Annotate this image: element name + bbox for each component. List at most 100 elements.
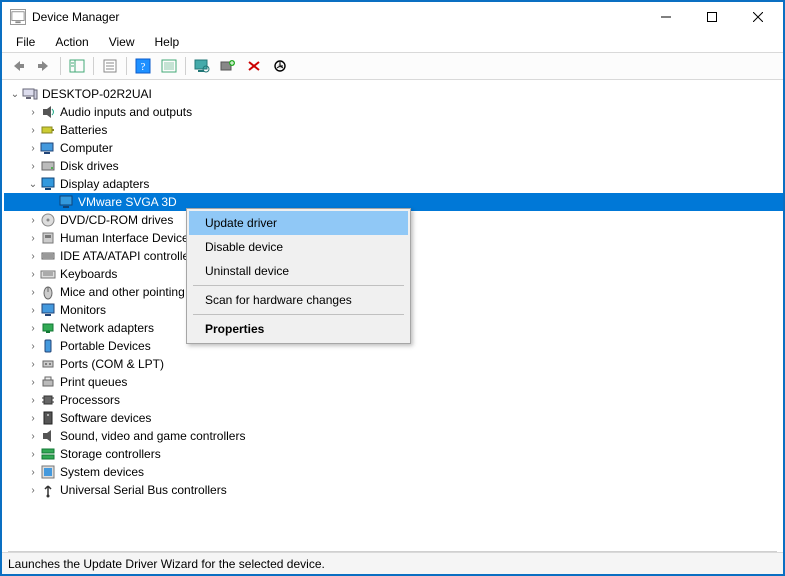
battery-icon [40,122,56,138]
tree-category-node[interactable]: › Disk drives [4,157,783,175]
tree-device-label: VMware SVGA 3D [78,195,177,209]
tree-category-label: Print queues [60,375,127,389]
toolbar-back-button[interactable] [6,55,30,77]
tree-category-node[interactable]: › Storage controllers [4,445,783,463]
toolbar-separator [126,57,127,75]
expander-closed-icon[interactable]: › [26,231,40,245]
toolbar-uninstall-button[interactable] [242,55,266,77]
tree-category-node[interactable]: › System devices [4,463,783,481]
toolbar-disable-button[interactable] [268,55,292,77]
disable-icon [272,59,288,73]
minimize-button[interactable] [643,2,689,32]
context-update-driver[interactable]: Update driver [189,211,408,235]
tree-root-node[interactable]: ⌄ DESKTOP-02R2UAI [4,85,783,103]
tree-pane-icon [69,59,85,73]
audio-icon [40,104,56,120]
toolbar-properties-button[interactable] [98,55,122,77]
expander-closed-icon[interactable]: › [26,357,40,371]
menu-action[interactable]: Action [47,33,96,51]
tree-category-label: Ports (COM & LPT) [60,357,164,371]
tree-category-label: System devices [60,465,144,479]
display-icon [40,176,56,192]
expander-closed-icon[interactable]: › [26,465,40,479]
expander-closed-icon[interactable]: › [26,339,40,353]
cpu-icon [40,392,56,408]
context-disable-device[interactable]: Disable device [189,235,408,259]
expander-closed-icon[interactable]: › [26,393,40,407]
tree-category-node[interactable]: ›Batteries [4,121,783,139]
expander-closed-icon[interactable]: › [26,267,40,281]
tree-category-label: Sound, video and game controllers [60,429,245,443]
cdrom-icon [40,212,56,228]
help-icon: ? [135,58,151,74]
tree-category-label: Processors [60,393,120,407]
computer-icon [22,86,38,102]
toolbar-scan-hardware-button[interactable] [190,55,214,77]
context-scan-hardware[interactable]: Scan for hardware changes [189,288,408,312]
tree-category-label: Network adapters [60,321,154,335]
arrow-left-icon [10,59,26,73]
tree-category-label: Universal Serial Bus controllers [60,483,227,497]
tree-category-label: IDE ATA/ATAPI controllers [60,249,199,263]
window-title: Device Manager [32,10,119,24]
add-hardware-icon [220,59,236,73]
toolbar-help-button[interactable]: ? [131,55,155,77]
tree-category-node[interactable]: › Print queues [4,373,783,391]
expander-closed-icon[interactable]: › [26,303,40,317]
expander-closed-icon[interactable]: › [26,141,40,155]
tree-category-label: Audio inputs and outputs [60,105,192,119]
portable-icon [40,338,56,354]
menu-help[interactable]: Help [147,33,188,51]
expander-closed-icon[interactable]: › [26,105,40,119]
expander-closed-icon[interactable]: › [26,285,40,299]
menu-file[interactable]: File [8,33,43,51]
display-icon [58,194,74,210]
context-uninstall-device[interactable]: Uninstall device [189,259,408,283]
context-separator [193,314,404,315]
app-icon [10,9,26,25]
toolbar-separator [60,57,61,75]
expander-icon[interactable]: ⌄ [8,87,22,101]
toolbar-add-hardware-button[interactable] [216,55,240,77]
tree-category-node[interactable]: › Processors [4,391,783,409]
tree-category-node[interactable]: › Sound, video and game controllers [4,427,783,445]
storage-icon [40,446,56,462]
statusbar-text: Launches the Update Driver Wizard for th… [8,557,325,571]
close-button[interactable] [735,2,781,32]
expander-open-icon[interactable]: ⌄ [26,177,40,191]
expander-closed-icon[interactable]: › [26,321,40,335]
toolbar: ? [2,52,783,80]
expander-closed-icon[interactable]: › [26,123,40,137]
expander-closed-icon[interactable]: › [26,213,40,227]
tree-category-label: DVD/CD-ROM drives [60,213,173,227]
tree-category-node[interactable]: › Ports (COM & LPT) [4,355,783,373]
tree-category-node[interactable]: › Audio inputs and outputs [4,103,783,121]
tree-root-label: DESKTOP-02R2UAI [42,87,152,101]
expander-closed-icon[interactable]: › [26,411,40,425]
expander-closed-icon[interactable]: › [26,447,40,461]
arrow-right-icon [36,59,52,73]
maximize-button[interactable] [689,2,735,32]
menubar: File Action View Help [2,32,783,52]
tree-category-label: Disk drives [60,159,119,173]
menu-view[interactable]: View [101,33,143,51]
toolbar-separator [93,57,94,75]
toolbar-console-tree-button[interactable] [65,55,89,77]
expander-closed-icon[interactable]: › [26,429,40,443]
tree-category-node[interactable]: › Computer [4,139,783,157]
expander-closed-icon[interactable]: › [26,375,40,389]
tree-category-node[interactable]: › Universal Serial Bus controllers [4,481,783,499]
svg-text:?: ? [141,61,146,73]
tree-category-label: Software devices [60,411,151,425]
tree-category-node[interactable]: › Software devices [4,409,783,427]
expander-closed-icon[interactable]: › [26,483,40,497]
context-properties[interactable]: Properties [189,317,408,341]
toolbar-update-driver-button[interactable] [157,55,181,77]
tree-category-label: Storage controllers [60,447,161,461]
tree-category-node[interactable]: ⌄Display adapters [4,175,783,193]
tree-category-label: Keyboards [60,267,117,281]
expander-closed-icon[interactable]: › [26,159,40,173]
expander-closed-icon[interactable]: › [26,249,40,263]
tree-category-label: Computer [60,141,113,155]
toolbar-forward-button[interactable] [32,55,56,77]
